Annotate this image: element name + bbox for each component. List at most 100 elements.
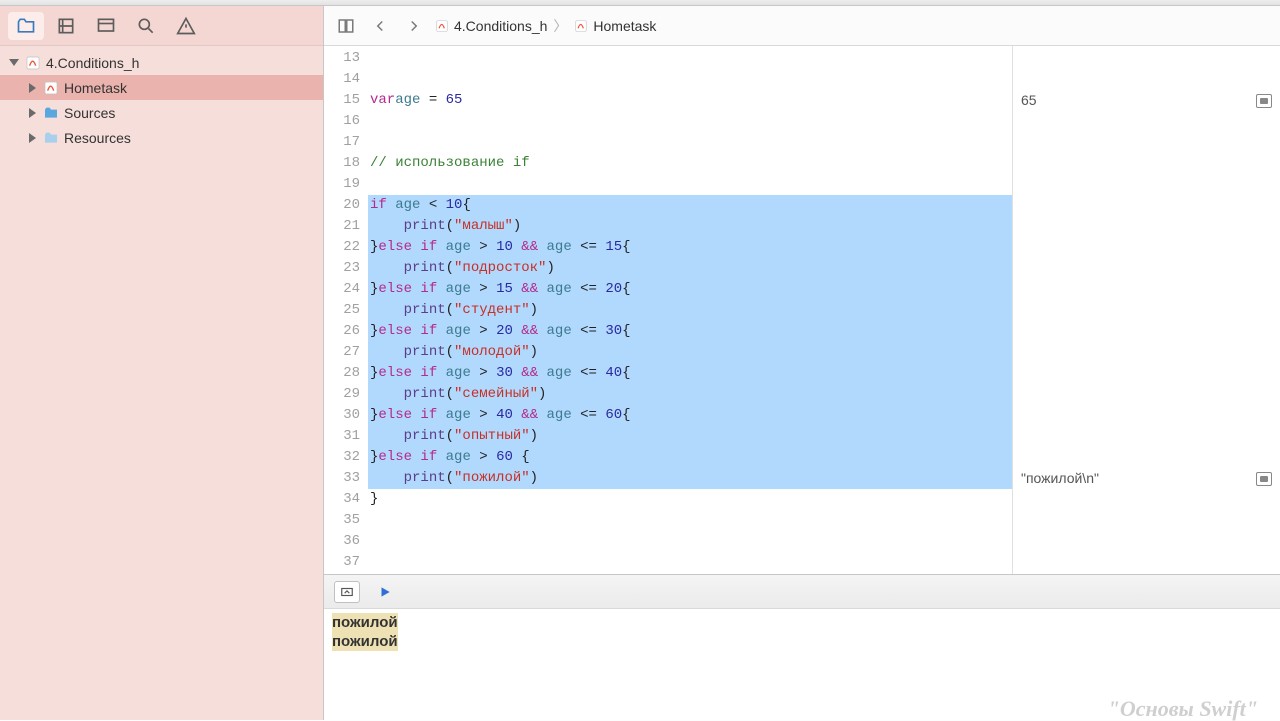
swift-file-icon	[42, 79, 60, 97]
editor-pane: 4.Conditions_h 〉 Hometask 13141516171819…	[324, 6, 1280, 720]
breadcrumb[interactable]: 4.Conditions_h 〉 Hometask	[434, 16, 656, 36]
result-row	[1013, 510, 1280, 531]
debug-console-toggle-icon[interactable]	[334, 581, 360, 603]
line-number: 26	[324, 321, 360, 342]
line-number: 37	[324, 552, 360, 573]
code-line[interactable]: }else if age > 20 && age <= 30{	[368, 321, 1012, 342]
result-row	[1013, 111, 1280, 132]
disclosure-triangle-right-icon[interactable]	[26, 132, 38, 144]
breadcrumb-project[interactable]: 4.Conditions_h	[454, 18, 547, 34]
folder-icon	[42, 129, 60, 147]
result-row	[1013, 237, 1280, 258]
line-number: 31	[324, 426, 360, 447]
code-line[interactable]: print("малыш")	[368, 216, 1012, 237]
code-line[interactable]	[368, 48, 1012, 69]
line-number: 23	[324, 258, 360, 279]
code-line[interactable]: }else if age > 15 && age <= 20{	[368, 279, 1012, 300]
result-row	[1013, 174, 1280, 195]
console-line: пожилой	[332, 632, 398, 651]
issues-navigator-icon[interactable]	[168, 12, 204, 40]
code-line[interactable]: // использование if	[368, 153, 1012, 174]
line-number: 25	[324, 300, 360, 321]
result-row	[1013, 447, 1280, 468]
result-row	[1013, 405, 1280, 426]
code-line[interactable]: print("студент")	[368, 300, 1012, 321]
nav-forward-icon[interactable]	[400, 12, 428, 40]
tree-item[interactable]: Sources	[0, 100, 323, 125]
line-number: 33	[324, 468, 360, 489]
result-row	[1013, 321, 1280, 342]
result-row	[1013, 279, 1280, 300]
run-button-icon[interactable]	[372, 581, 398, 603]
code-line[interactable]: print("опытный")	[368, 426, 1012, 447]
code-line[interactable]	[368, 174, 1012, 195]
result-row	[1013, 363, 1280, 384]
quicklook-icon[interactable]	[1256, 472, 1272, 486]
find-navigator-icon[interactable]	[88, 12, 124, 40]
code-line[interactable]: print("молодой")	[368, 342, 1012, 363]
results-sidebar: 65"пожилой\n"	[1012, 46, 1280, 574]
code-line[interactable]: varage = 65	[368, 90, 1012, 111]
console-output[interactable]: пожилой пожилой "Основы Swift"	[324, 608, 1280, 720]
tree-item[interactable]: Resources	[0, 125, 323, 150]
code-line[interactable]	[368, 132, 1012, 153]
line-number: 20	[324, 195, 360, 216]
result-row	[1013, 342, 1280, 363]
code-line[interactable]	[368, 531, 1012, 552]
navigator-toolbar	[0, 6, 323, 46]
code-line[interactable]: }else if age > 30 && age <= 40{	[368, 363, 1012, 384]
disclosure-triangle-right-icon[interactable]	[26, 82, 38, 94]
tree-root-row[interactable]: 4.Conditions_h	[0, 50, 323, 75]
code-line[interactable]: print("семейный")	[368, 384, 1012, 405]
code-editor[interactable]: varage = 65 // использование if if age <…	[368, 46, 1012, 574]
result-value: 65	[1021, 90, 1037, 111]
breadcrumb-file[interactable]: Hometask	[593, 18, 656, 34]
code-line[interactable]: if age < 10{	[368, 195, 1012, 216]
line-number: 18	[324, 153, 360, 174]
code-line[interactable]: }else if age > 60 {	[368, 447, 1012, 468]
debug-bar	[324, 574, 1280, 608]
line-number: 32	[324, 447, 360, 468]
result-row	[1013, 489, 1280, 510]
result-row	[1013, 300, 1280, 321]
line-number: 30	[324, 405, 360, 426]
search-icon[interactable]	[128, 12, 164, 40]
editor-body: 1314151617181920212223242526272829303132…	[324, 46, 1280, 574]
code-line[interactable]: }else if age > 10 && age <= 15{	[368, 237, 1012, 258]
code-line[interactable]: }else if age > 40 && age <= 60{	[368, 405, 1012, 426]
result-row	[1013, 258, 1280, 279]
swift-file-icon	[434, 18, 450, 34]
result-row	[1013, 531, 1280, 552]
result-row	[1013, 132, 1280, 153]
line-number: 27	[324, 342, 360, 363]
result-row	[1013, 552, 1280, 573]
result-row	[1013, 69, 1280, 90]
disclosure-triangle-right-icon[interactable]	[26, 107, 38, 119]
code-line[interactable]	[368, 552, 1012, 573]
code-line[interactable]: print("подросток")	[368, 258, 1012, 279]
code-line[interactable]: print("пожилой")	[368, 468, 1012, 489]
tree-item-label: Resources	[64, 130, 131, 146]
result-row	[1013, 216, 1280, 237]
code-line[interactable]	[368, 510, 1012, 531]
line-number: 24	[324, 279, 360, 300]
symbol-navigator-icon[interactable]	[48, 12, 84, 40]
chevron-right-icon: 〉	[553, 16, 567, 36]
code-line[interactable]	[368, 111, 1012, 132]
related-items-icon[interactable]	[332, 12, 360, 40]
code-line[interactable]: }	[368, 489, 1012, 510]
line-number: 16	[324, 111, 360, 132]
line-number: 35	[324, 510, 360, 531]
line-number: 19	[324, 174, 360, 195]
result-row	[1013, 195, 1280, 216]
disclosure-triangle-down-icon[interactable]	[8, 57, 20, 69]
tree-item-label: Hometask	[64, 80, 127, 96]
line-gutter: 1314151617181920212223242526272829303132…	[324, 46, 368, 574]
tree-root-label: 4.Conditions_h	[46, 55, 139, 71]
project-navigator-tab-icon[interactable]	[8, 12, 44, 40]
watermark-text: "Основы Swift"	[1108, 699, 1258, 718]
quicklook-icon[interactable]	[1256, 94, 1272, 108]
code-line[interactable]	[368, 69, 1012, 90]
nav-back-icon[interactable]	[366, 12, 394, 40]
tree-item[interactable]: Hometask	[0, 75, 323, 100]
